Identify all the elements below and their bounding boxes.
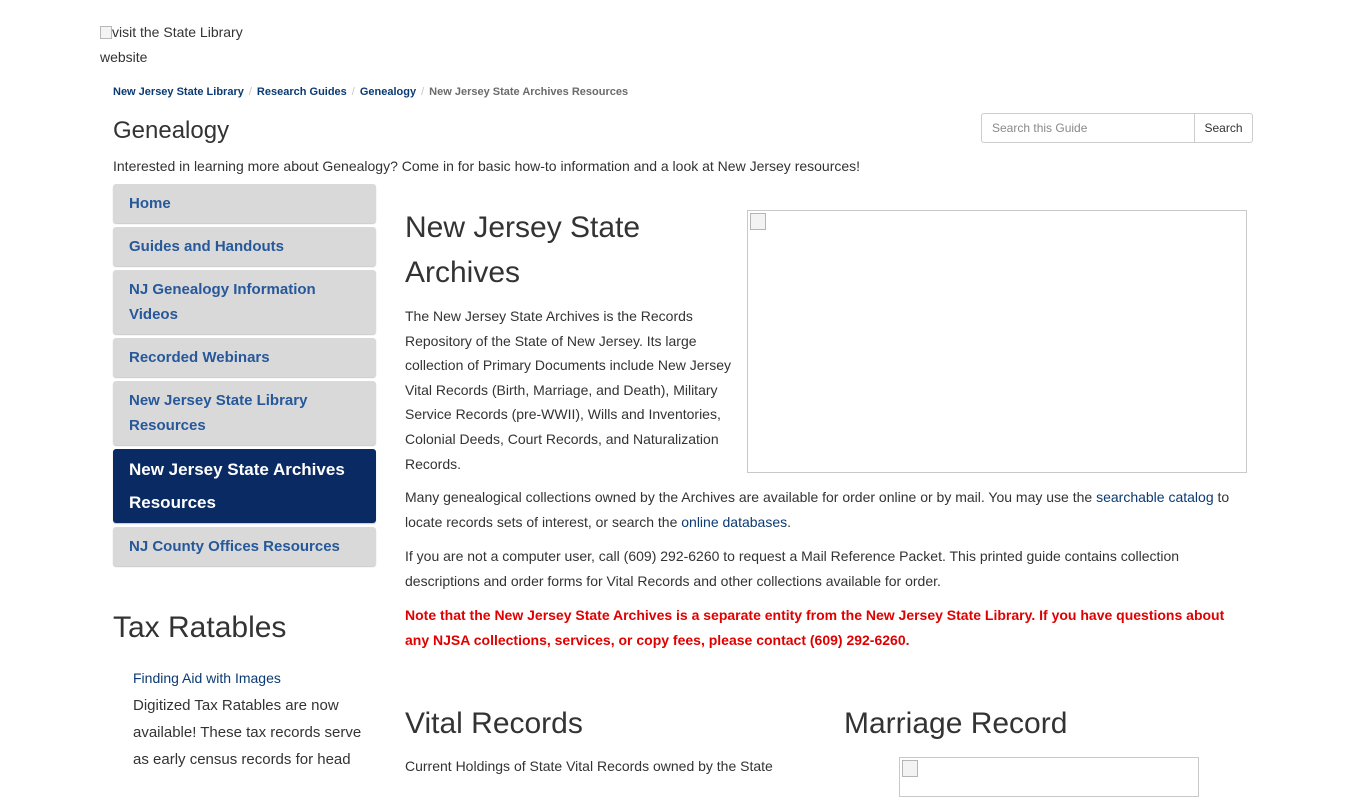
search-input[interactable] bbox=[981, 113, 1194, 143]
archives-image bbox=[747, 210, 1247, 473]
nav-item-recorded-webinars[interactable]: Recorded Webinars bbox=[113, 338, 376, 377]
njsa-note: Note that the New Jersey State Archives … bbox=[405, 607, 1225, 648]
finding-aid-link[interactable]: Finding Aid with Images bbox=[133, 668, 281, 688]
vital-records-heading: Vital Records bbox=[405, 707, 583, 740]
broken-image-icon bbox=[750, 213, 766, 230]
breadcrumb-separator: / bbox=[421, 86, 425, 98]
nav-item-nj-state-library-resources[interactable]: New Jersey State Library Resources bbox=[113, 381, 376, 445]
marriage-record-image bbox=[899, 757, 1199, 797]
breadcrumb-link-research-guides[interactable]: Research Guides bbox=[257, 86, 347, 98]
breadcrumb-link-state-library[interactable]: New Jersey State Library bbox=[113, 86, 244, 98]
vital-records-text: Current Holdings of State Vital Records … bbox=[405, 758, 773, 774]
breadcrumb: New Jersey State Library / Research Guides… bbox=[113, 86, 628, 100]
online-databases-link[interactable]: online databases bbox=[681, 514, 787, 530]
archives-intro: The New Jersey State Archives is the Rec… bbox=[405, 308, 732, 472]
breadcrumb-separator: / bbox=[351, 86, 355, 98]
guide-side-nav: Home Guides and Handouts NJ Genealogy In… bbox=[113, 184, 376, 570]
searchable-catalog-link[interactable]: searchable catalog bbox=[1096, 489, 1214, 505]
guide-search-form: Search bbox=[981, 113, 1253, 143]
nav-item-guides-and-handouts[interactable]: Guides and Handouts bbox=[113, 227, 376, 266]
tax-ratables-heading: Tax Ratables bbox=[113, 611, 287, 644]
search-button[interactable]: Search bbox=[1194, 113, 1253, 143]
breadcrumb-separator: / bbox=[248, 86, 252, 98]
nav-item-home[interactable]: Home bbox=[113, 184, 376, 223]
tax-ratables-text: Digitized Tax Ratables are now available… bbox=[133, 697, 362, 768]
state-library-logo[interactable]: visit the State Library website bbox=[100, 20, 280, 70]
mail-packet-paragraph: If you are not a computer user, call (60… bbox=[405, 548, 1180, 589]
order-text-start: Many genealogical collections owned by t… bbox=[405, 489, 1097, 505]
nav-item-nj-state-archives-resources[interactable]: New Jersey State Archives Resources bbox=[113, 449, 376, 523]
archives-heading: New Jersey State Archives bbox=[405, 211, 641, 289]
breadcrumb-current: New Jersey State Archives Resources bbox=[429, 86, 629, 98]
logo-alt-text-line1: visit the State Library bbox=[112, 24, 243, 40]
guide-description: Interested in learning more about Geneal… bbox=[113, 158, 861, 174]
nav-item-nj-genealogy-videos[interactable]: NJ Genealogy Information Videos bbox=[113, 270, 376, 334]
broken-image-icon bbox=[902, 760, 918, 777]
nav-item-nj-county-offices-resources[interactable]: NJ County Offices Resources bbox=[113, 527, 376, 566]
order-paragraph: Many genealogical collections owned by t… bbox=[405, 485, 1245, 534]
page-title: Genealogy bbox=[113, 117, 230, 144]
marriage-record-heading: Marriage Record bbox=[844, 707, 1068, 740]
order-text-end: . bbox=[787, 513, 792, 530]
breadcrumb-link-genealogy[interactable]: Genealogy bbox=[360, 86, 416, 98]
broken-image-icon bbox=[100, 26, 112, 39]
logo-alt-text-line2: website bbox=[100, 49, 148, 65]
